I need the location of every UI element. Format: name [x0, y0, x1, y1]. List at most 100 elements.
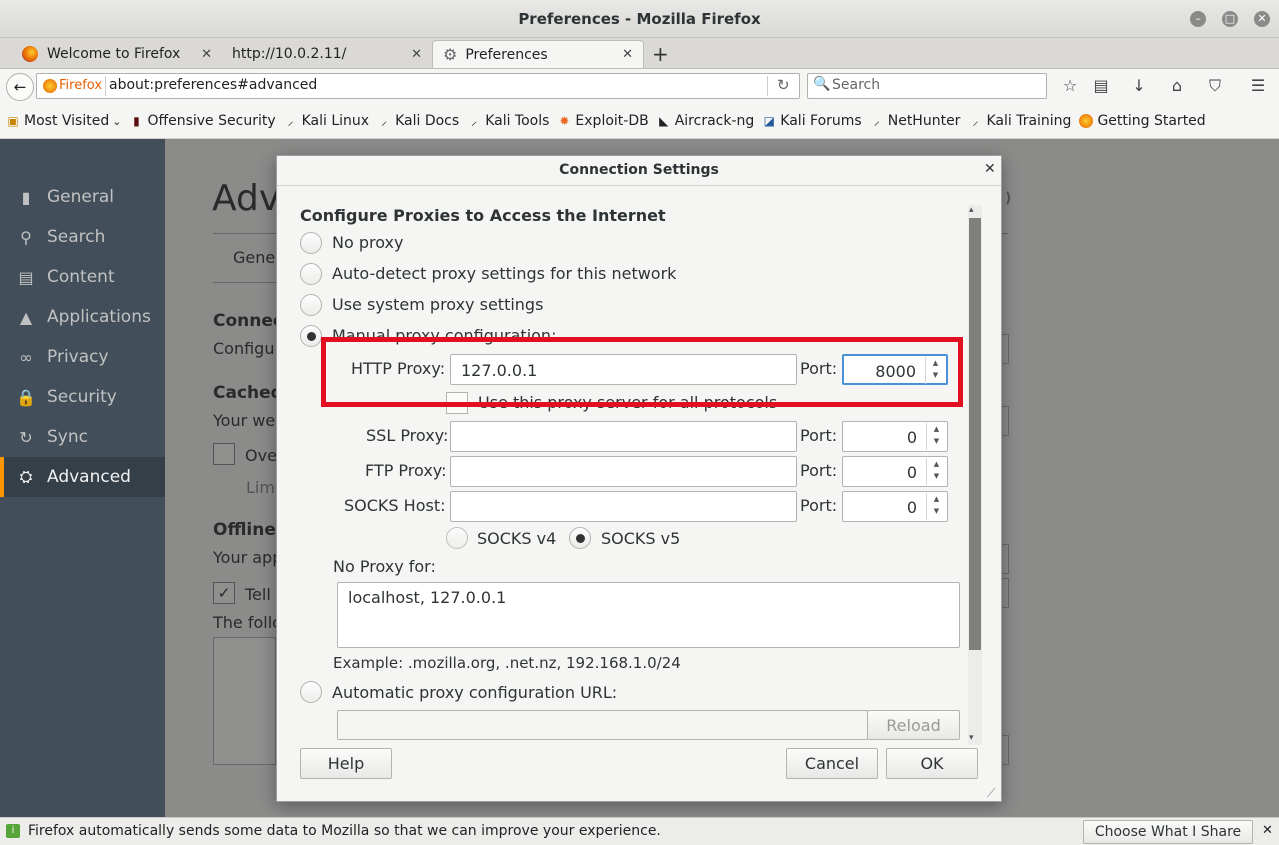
close-tab-icon[interactable]: ✕ — [201, 47, 212, 62]
divider — [767, 76, 768, 96]
ok-button[interactable]: OK — [886, 748, 978, 779]
reload-icon[interactable]: ↻ — [777, 76, 790, 94]
radio-auto-detect[interactable] — [300, 263, 322, 285]
bookmark-kali-training[interactable]: ⸝ Kali Training — [968, 113, 1071, 129]
bookmark-exploit-db[interactable]: ✹ Exploit-DB — [557, 113, 648, 129]
close-window-icon[interactable]: ✕ — [1254, 11, 1270, 27]
search-placeholder: Search — [832, 77, 881, 93]
tab-10-0-2-11[interactable]: http://10.0.2.11/ ✕ — [222, 40, 432, 68]
radio-auto-url[interactable] — [300, 681, 322, 703]
ftp-proxy-input[interactable] — [450, 456, 797, 487]
url-bar[interactable]: Firefox about:preferences#advanced ↻ — [36, 73, 800, 99]
offline-list — [213, 637, 276, 765]
sidebar-item-content[interactable]: ▤ Content — [0, 257, 165, 297]
bookmark-aircrack-ng[interactable]: ◣ Aircrack-ng — [657, 113, 754, 129]
override-checkbox[interactable] — [213, 443, 235, 465]
sidebar-item-search[interactable]: ⚲ Search — [0, 217, 165, 257]
remove-edge[interactable] — [1002, 735, 1009, 765]
bookmark-most-visited[interactable]: ▣ Most Visited ⌄ — [6, 113, 121, 129]
radio-socks-v5[interactable] — [569, 527, 591, 549]
radio-no-proxy[interactable] — [300, 232, 322, 254]
label-socks-host: SOCKS Host: — [344, 496, 446, 515]
sidebar-item-applications[interactable]: ▲ Applications — [0, 297, 165, 337]
bookmark-kali-linux[interactable]: ⸝ Kali Linux — [284, 113, 369, 129]
info-icon: i — [6, 824, 20, 838]
kali-dragon-icon: ⸝ — [972, 114, 979, 128]
clear-button-edge[interactable] — [1002, 406, 1009, 436]
choose-what-i-share-button[interactable]: Choose What I Share — [1083, 820, 1253, 844]
help-button[interactable]: Help — [300, 748, 392, 779]
label-no-proxy-for: No Proxy for: — [333, 557, 436, 576]
dialog-title: Connection Settings — [277, 156, 1001, 186]
radio-system-proxy[interactable] — [300, 294, 322, 316]
download-icon[interactable]: ↓ — [1128, 76, 1150, 96]
bookmark-kali-forums[interactable]: ◪ Kali Forums — [762, 113, 862, 129]
tell-checkbox[interactable]: ✓ — [213, 582, 235, 604]
minimize-icon[interactable]: – — [1190, 11, 1206, 27]
pocket-icon[interactable]: ⛉ — [1204, 76, 1226, 96]
cancel-button[interactable]: Cancel — [786, 748, 878, 779]
scrollbar-thumb[interactable] — [969, 218, 981, 650]
port-spinner[interactable]: ▲ ▼ — [926, 493, 946, 520]
back-arrow-icon: ← — [13, 78, 27, 96]
clear-offline-edge[interactable] — [1002, 544, 1009, 574]
tab-welcome[interactable]: Welcome to Firefox ✕ — [12, 40, 222, 68]
close-tab-icon[interactable]: ✕ — [622, 47, 633, 62]
tab-preferences[interactable]: ⚙ Preferences ✕ — [432, 40, 644, 68]
search-bar[interactable]: 🔍 Search — [807, 73, 1047, 99]
home-icon[interactable]: ⌂ — [1166, 76, 1188, 96]
tab-label: Preferences — [465, 46, 548, 63]
bookmark-offensive-security[interactable]: ▮ Offensive Security — [129, 113, 276, 129]
folder-icon: ▣ — [7, 114, 19, 128]
divider — [213, 233, 276, 234]
sidebar-item-sync[interactable]: ↻ Sync — [0, 417, 165, 457]
auto-url-input[interactable] — [337, 710, 868, 740]
http-proxy-highlight-box — [321, 337, 963, 407]
scroll-up-icon[interactable]: ▴ — [969, 205, 974, 215]
reading-list-icon[interactable]: ▤ — [1090, 76, 1112, 96]
cached-heading: Cached — [213, 383, 283, 403]
bookmark-star-icon[interactable]: ☆ — [1059, 76, 1081, 96]
notification-text: Firefox automatically sends some data to… — [28, 823, 661, 839]
exceptions-edge[interactable] — [1002, 578, 1009, 608]
label-ssl-proxy: SSL Proxy: — [366, 426, 449, 445]
close-notification-icon[interactable]: ✕ — [1262, 823, 1273, 838]
sidebar-item-advanced[interactable]: ⛭ Advanced — [0, 457, 165, 497]
offsec-icon: ▮ — [133, 114, 140, 128]
close-tab-icon[interactable]: ✕ — [411, 47, 422, 62]
aircrack-icon: ◣ — [659, 114, 669, 128]
menu-icon[interactable]: ☰ — [1247, 76, 1269, 96]
radio-manual-proxy[interactable] — [300, 325, 322, 347]
url-text[interactable]: about:preferences#advanced — [109, 77, 317, 93]
lock-icon: 🔒 — [16, 387, 36, 407]
sidebar-item-privacy[interactable]: ∞ Privacy — [0, 337, 165, 377]
resize-grip-icon[interactable]: ⟋ — [987, 786, 995, 801]
sidebar-item-security[interactable]: 🔒 Security — [0, 377, 165, 417]
new-tab-button[interactable]: + — [652, 42, 669, 66]
ftp-port-input[interactable]: 0 ▲ ▼ — [842, 456, 948, 487]
reload-button[interactable]: Reload — [867, 710, 960, 740]
settings-button-edge[interactable] — [1002, 334, 1009, 364]
tell-label: Tell — [245, 585, 271, 604]
bookmark-nethunter[interactable]: ⸝ NetHunter — [870, 113, 961, 129]
port-spinner[interactable]: ▲ ▼ — [926, 458, 946, 485]
port-spinner[interactable]: ▲ ▼ — [926, 423, 946, 450]
label-socks-v5: SOCKS v5 — [601, 529, 681, 548]
socks-port-input[interactable]: 0 ▲ ▼ — [842, 491, 948, 522]
bookmark-kali-tools[interactable]: ⸝ Kali Tools — [467, 113, 549, 129]
scroll-down-icon[interactable]: ▾ — [969, 733, 974, 743]
notification-bar: i Firefox automatically sends some data … — [0, 817, 1279, 845]
ssl-proxy-input[interactable] — [450, 421, 797, 452]
ssl-port-input[interactable]: 0 ▲ ▼ — [842, 421, 948, 452]
no-proxy-for-textarea[interactable]: localhost, 127.0.0.1 — [337, 582, 960, 648]
gear-icon: ⚙ — [443, 45, 458, 64]
bookmark-getting-started[interactable]: Getting Started — [1079, 113, 1206, 129]
maximize-icon[interactable]: □ — [1222, 11, 1238, 27]
radio-socks-v4[interactable] — [446, 527, 468, 549]
bookmark-kali-docs[interactable]: ⸝ Kali Docs — [377, 113, 459, 129]
general-icon: ▮ — [21, 187, 31, 207]
socks-host-input[interactable] — [450, 491, 797, 522]
close-dialog-icon[interactable]: ✕ — [984, 161, 996, 177]
back-button[interactable]: ← — [6, 73, 34, 101]
sidebar-item-general[interactable]: ▮ General — [0, 177, 165, 217]
